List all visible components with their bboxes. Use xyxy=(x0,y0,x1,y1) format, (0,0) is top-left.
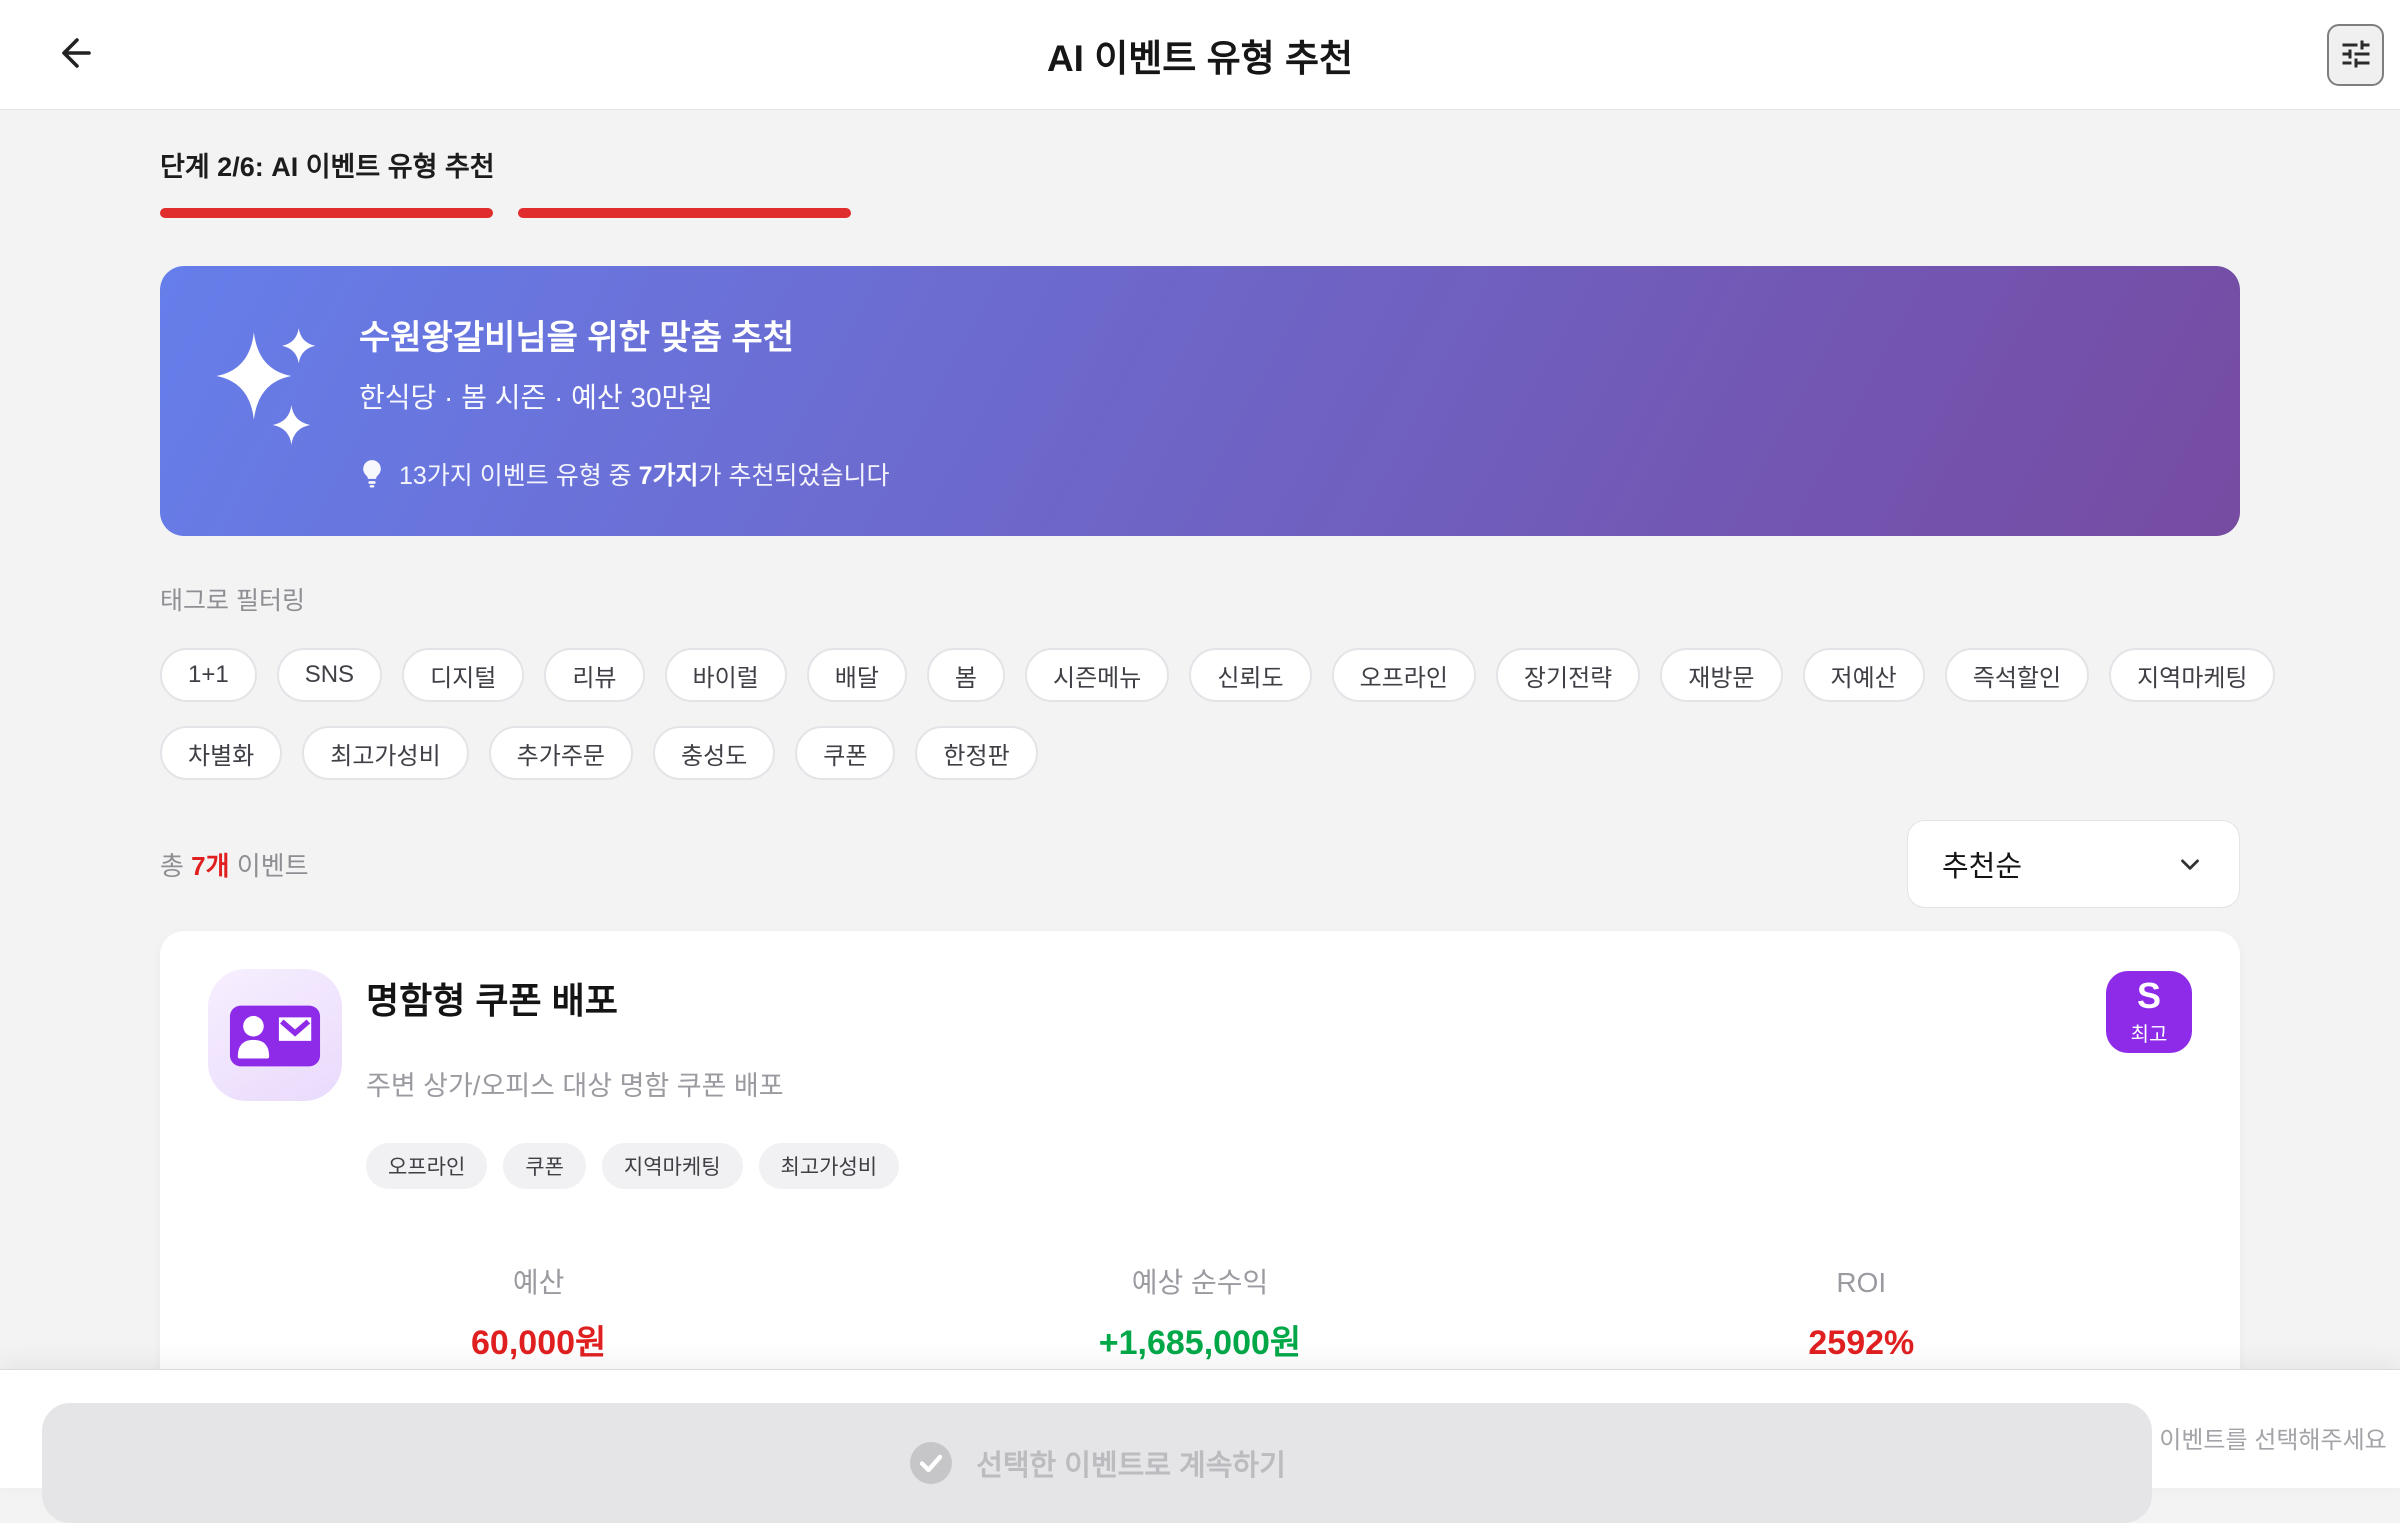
event-card[interactable]: 명함형 쿠폰 배포 주변 상가/오피스 대상 명함 쿠폰 배포 오프라인 쿠폰 지역… xyxy=(160,931,2240,1433)
filter-tag-chip[interactable]: 최고가성비 xyxy=(302,726,469,780)
step-label: 단계 2/6: AI 이벤트 유형 추천 xyxy=(160,152,495,182)
tune-icon xyxy=(2338,36,2374,75)
stat-label: ROI xyxy=(1836,1267,1887,1298)
event-title: 명함형 쿠폰 배포 xyxy=(366,980,618,1021)
filter-tag-chip[interactable]: 쿠폰 xyxy=(795,726,896,780)
bottom-bar: 선택한 이벤트로 계속하기 이벤트를 선택해주세요 xyxy=(0,1369,2400,1523)
filter-tag-chip[interactable]: 한정판 xyxy=(915,726,1038,780)
grade-letter: S xyxy=(2136,974,2161,1016)
contact-card-icon xyxy=(208,969,342,1101)
stat-column: 예상 순수익 +1,685,000원 xyxy=(869,1267,1530,1363)
filter-tag-chip[interactable]: 추가주문 xyxy=(488,726,633,780)
filter-tag-chip[interactable]: 1+1 xyxy=(160,648,257,702)
list-header: 총 7개 이벤트 추천순 xyxy=(160,820,2240,908)
event-count: 총 7개 이벤트 xyxy=(160,850,309,881)
banner-subtitle: 한식당 · 봄 시즌 · 예산 30만원 xyxy=(359,382,714,413)
filter-tag-chip[interactable]: 저예산 xyxy=(1802,648,1925,702)
filter-tag-chip[interactable]: 봄 xyxy=(926,648,1006,702)
grade-badge: S 최고 xyxy=(2106,971,2192,1053)
banner-info-text: 13가지 이벤트 유형 중 7가지가 추천되었습니다 xyxy=(399,462,890,490)
page-title: AI 이벤트 유형 추천 xyxy=(1046,37,1354,79)
filter-tag-chip[interactable]: 장기전략 xyxy=(1495,648,1641,702)
continue-button[interactable]: 선택한 이벤트로 계속하기 xyxy=(42,1403,2152,1523)
stat-column: 예산 60,000원 xyxy=(208,1267,869,1363)
progress-bar xyxy=(160,208,2240,218)
filter-tags-row2: 차별화 최고가성비 추가주문 충성도 쿠폰 한정판 xyxy=(160,726,2240,780)
stat-label: 예상 순수익 xyxy=(1131,1267,1269,1298)
event-stats-row: 예산 60,000원 예상 순수익 +1,685,000원 ROI 2592% xyxy=(208,1267,2192,1363)
filter-tag-chip[interactable]: 오프라인 xyxy=(1331,648,1476,702)
filter-tag-chip[interactable]: 차별화 xyxy=(160,726,283,780)
filter-tag-chip[interactable]: 디지털 xyxy=(402,648,525,702)
filter-tag-chip[interactable]: 시즌메뉴 xyxy=(1025,648,1170,702)
chevron-down-icon xyxy=(2175,849,2205,879)
bulb-icon xyxy=(359,459,385,489)
recommendation-banner: 수원왕갈비님을 위한 맞춤 추천 한식당 · 봄 시즌 · 예산 30만원 13… xyxy=(160,266,2240,536)
filter-tag-chip[interactable]: 신뢰도 xyxy=(1189,648,1312,702)
filter-tag-chip[interactable]: 즉석할인 xyxy=(1944,648,2090,702)
banner-text: 수원왕갈비님을 위한 맞춤 추천 한식당 · 봄 시즌 · 예산 30만원 13… xyxy=(359,316,889,490)
stat-value: 60,000원 xyxy=(471,1324,607,1362)
stat-value: 2592% xyxy=(1808,1324,1915,1362)
banner-title: 수원왕갈비님을 위한 맞춤 추천 xyxy=(359,319,794,357)
filter-settings-button[interactable] xyxy=(2327,24,2384,86)
event-tag: 쿠폰 xyxy=(503,1143,586,1189)
progress-segment xyxy=(160,208,493,218)
event-count-number: 7개 xyxy=(191,850,230,881)
filter-label: 태그로 필터링 xyxy=(160,587,305,615)
sort-selected-label: 추천순 xyxy=(1942,851,2023,883)
filter-tag-chip[interactable]: SNS xyxy=(276,648,383,702)
event-tag: 최고가성비 xyxy=(758,1143,900,1189)
event-description: 주변 상가/오피스 대상 명함 쿠폰 배포 xyxy=(366,1071,784,1101)
filter-tag-chip[interactable]: 리뷰 xyxy=(544,648,645,702)
selection-helper-text: 이벤트를 선택해주세요 xyxy=(2159,1427,2387,1454)
check-circle-icon xyxy=(908,1440,954,1486)
stat-value: +1,685,000원 xyxy=(1098,1324,1302,1362)
sort-dropdown[interactable]: 추천순 xyxy=(1907,820,2240,908)
event-card-info: 명함형 쿠폰 배포 주변 상가/오피스 대상 명함 쿠폰 배포 오프라인 쿠폰 지역… xyxy=(366,969,2106,1189)
continue-button-label: 선택한 이벤트로 계속하기 xyxy=(976,1450,1286,1482)
banner-info: 13가지 이벤트 유형 중 7가지가 추천되었습니다 xyxy=(359,456,889,492)
filter-tag-chip[interactable]: 재방문 xyxy=(1660,648,1783,702)
content-area: 단계 2/6: AI 이벤트 유형 추천 수원왕갈비님을 위한 맞춤 추천 한식… xyxy=(0,110,2400,1488)
event-tag: 오프라인 xyxy=(366,1143,488,1189)
stat-column: ROI 2592% xyxy=(1531,1267,2192,1363)
event-card-top: 명함형 쿠폰 배포 주변 상가/오피스 대상 명함 쿠폰 배포 오프라인 쿠폰 지역… xyxy=(208,969,2192,1189)
filter-tag-chip[interactable]: 지역마케팅 xyxy=(2109,648,2276,702)
sparkles-icon xyxy=(216,326,321,486)
filter-tag-chip[interactable]: 충성도 xyxy=(652,726,776,780)
event-tags: 오프라인 쿠폰 지역마케팅 최고가성비 xyxy=(366,1143,2106,1189)
filter-tag-chip[interactable]: 배달 xyxy=(806,648,907,702)
app-header: AI 이벤트 유형 추천 xyxy=(0,0,2400,110)
stat-label: 예산 xyxy=(512,1267,565,1298)
event-tag: 지역마케팅 xyxy=(601,1143,743,1189)
filter-tags-row1: 1+1 SNS 디지털 리뷰 바이럴 배달 봄 시즌메뉴 신뢰도 오프라인 장기전략 재방문 저예산 즉석… xyxy=(160,648,2276,702)
progress-segment xyxy=(518,208,851,218)
grade-label: 최고 xyxy=(2130,1023,2168,1046)
filter-tag-chip[interactable]: 바이럴 xyxy=(664,648,787,702)
